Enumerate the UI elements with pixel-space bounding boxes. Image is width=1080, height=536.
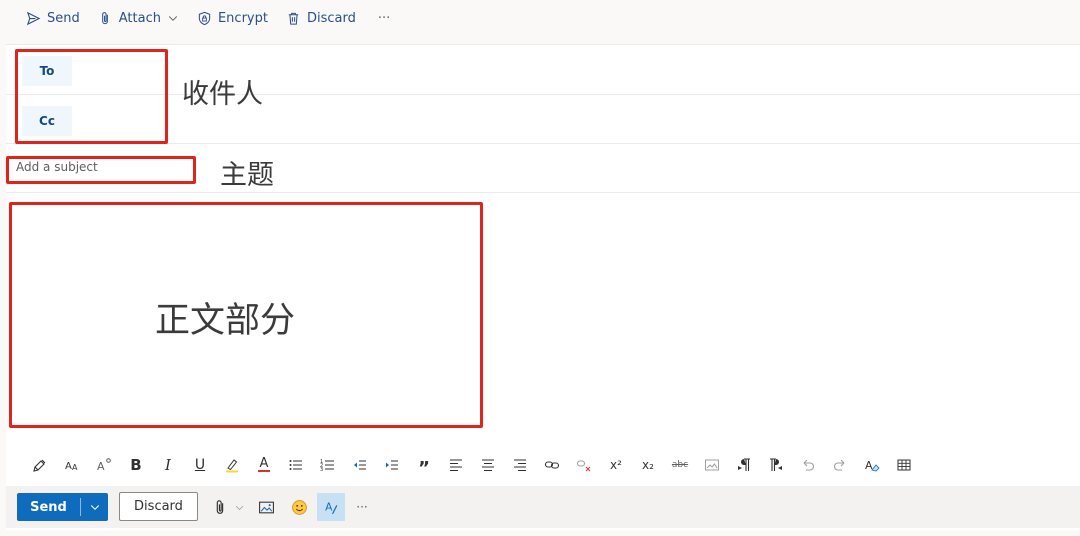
svg-text:A: A [325,500,333,513]
bottom-action-bar: Send Discard A ··· [6,486,1080,528]
align-right-icon[interactable] [504,453,536,477]
body-annotation: 正文部分 [155,301,296,341]
recipients-highlight-box [15,49,168,144]
strikethrough-icon[interactable]: abc [664,453,696,477]
highlight-icon[interactable] [216,453,248,477]
quote-icon[interactable]: ” [408,453,440,479]
toolbar-encrypt-button[interactable]: Encrypt [197,11,268,26]
toolbar-discard-label: Discard [306,10,356,26]
toolbar-attach-label: Attach [118,10,161,26]
format-toolbar: AA A B I U A 123 ” x² x₂ abc A [6,446,1080,484]
font-color-letter: A [259,456,269,471]
unlink-icon[interactable] [568,453,600,477]
attach-paperclip-icon[interactable] [208,495,232,519]
toolbar-attach-button[interactable]: Attach [98,11,179,26]
send-icon [26,11,41,25]
svg-text:A: A [97,460,105,473]
italic-icon[interactable]: I [152,453,184,477]
table-icon[interactable] [888,453,920,477]
toolbar-encrypt-label: Encrypt [217,10,268,26]
link-icon[interactable] [536,453,568,477]
toolbar-more-button[interactable]: ··· [378,11,390,26]
numbering-icon[interactable]: 123 [312,453,344,477]
decrease-indent-icon[interactable] [344,453,376,477]
ltr-icon[interactable] [728,453,760,477]
underline-icon[interactable]: U [184,453,216,477]
shield-lock-icon [198,11,211,25]
recipients-annotation: 收件人 [182,79,263,110]
discard-button[interactable]: Discard [119,492,198,521]
svg-text:A: A [65,461,72,472]
insert-picture-icon[interactable] [254,495,278,519]
more-options-button[interactable]: ··· [350,495,374,519]
toolbar-send-label: Send [47,10,80,26]
subscript-icon[interactable]: x₂ [632,453,664,477]
send-button-label: Send [30,499,67,515]
emoji-icon[interactable] [287,495,311,519]
picture-inline-icon[interactable] [696,453,728,477]
subject-highlight-box [6,156,196,184]
subject-annotation: 主题 [220,160,274,191]
trash-icon [288,12,299,25]
rtl-icon[interactable] [760,453,792,477]
superscript-icon[interactable]: x² [600,453,632,477]
toolbar-send-button[interactable]: Send [26,11,80,26]
format-painter-icon[interactable] [24,453,56,477]
svg-text:3: 3 [320,467,323,473]
align-left-icon[interactable] [440,453,472,477]
top-toolbar: Send Attach Encrypt Discard ··· [0,0,1080,36]
toolbar-discard-button[interactable]: Discard [286,11,356,26]
font-color-bar [258,470,270,472]
clear-format-icon[interactable]: A [856,453,888,477]
align-center-icon[interactable] [472,453,504,477]
undo-icon[interactable] [792,453,824,477]
grow-font-icon[interactable]: A [88,453,120,477]
font-color-icon[interactable]: A [248,453,280,477]
redo-icon[interactable] [824,453,856,477]
bullets-icon[interactable] [280,453,312,477]
attach-chevron-down-icon[interactable] [232,495,246,519]
chevron-down-icon[interactable] [167,12,179,24]
send-options-chevron-icon[interactable] [81,501,108,513]
svg-text:A: A [72,463,78,472]
increase-indent-icon[interactable] [376,453,408,477]
editor-icon[interactable]: A [317,493,345,521]
send-button[interactable]: Send [17,493,108,521]
bold-icon[interactable]: B [120,453,152,477]
font-size-icon[interactable]: AA [56,453,88,477]
paperclip-icon [101,11,108,24]
